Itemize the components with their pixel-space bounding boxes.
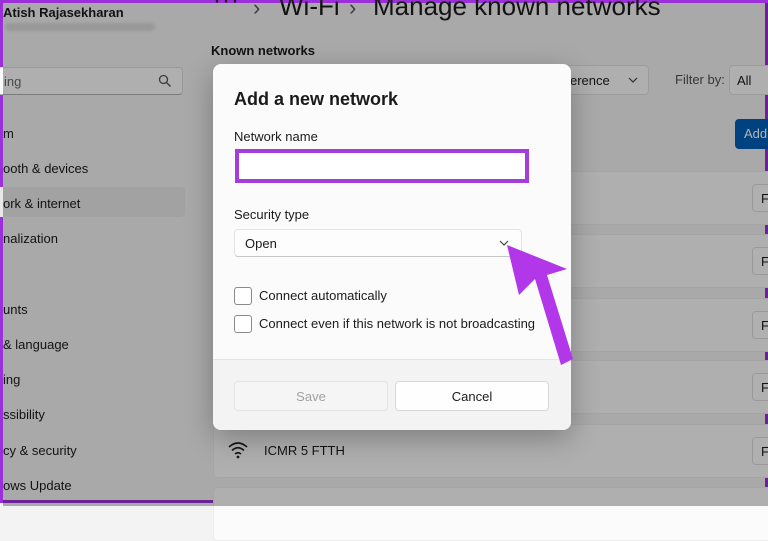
arrow-annotation-icon: [507, 245, 573, 365]
cancel-label: Cancel: [451, 389, 493, 404]
network-name-label: Network name: [234, 129, 318, 144]
connect-hidden-label: Connect even if this network is not broa…: [259, 316, 536, 331]
checkbox-box[interactable]: [234, 287, 252, 305]
security-type-label: Security type: [234, 207, 310, 222]
dialog-footer: Save Cancel: [213, 359, 571, 430]
dialog-title: Add a new network: [234, 89, 399, 109]
save-label: Save: [296, 389, 326, 404]
cancel-button[interactable]: Cancel: [395, 381, 549, 411]
network-name-input[interactable]: [235, 149, 529, 183]
security-type-dropdown[interactable]: Open: [234, 229, 522, 257]
security-type-value: Open: [245, 236, 277, 251]
connect-automatically-label: Connect automatically: [259, 288, 387, 303]
checkbox-box[interactable]: [234, 315, 252, 333]
save-button[interactable]: Save: [234, 381, 388, 411]
